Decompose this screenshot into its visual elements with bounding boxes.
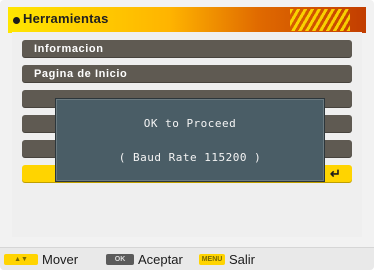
enter-return-icon: ↵: [330, 166, 341, 181]
menu-key-icon: MENU: [199, 253, 225, 265]
hint-accept-label: Aceptar: [138, 251, 183, 267]
menu-item-pagina-de-inicio[interactable]: Pagina de Inicio: [22, 65, 352, 83]
hint-accept: OK Aceptar: [106, 251, 183, 267]
decorative-stripes: [290, 9, 350, 31]
move-key-icon: ▲▼: [4, 253, 38, 265]
page-title: Herramientas: [23, 11, 109, 26]
screen: Herramientas Informacion Pagina de Inici…: [0, 0, 374, 270]
dialog-detail: ( Baud Rate 115200 ): [118, 151, 262, 164]
menu-item-label: Pagina de Inicio: [34, 68, 128, 80]
hint-exit-label: Salir: [229, 251, 256, 267]
footer-hints: ▲▼ Mover OK Aceptar MENU Salir: [0, 247, 374, 270]
hint-move-label: Mover: [42, 251, 79, 267]
header-bar: Herramientas: [8, 7, 366, 33]
confirm-dialog[interactable]: OK to Proceed ( Baud Rate 115200 ): [55, 98, 325, 182]
dialog-message: OK to Proceed: [143, 117, 237, 130]
hint-exit: MENU Salir: [199, 251, 255, 267]
ok-key-icon: OK: [106, 253, 134, 265]
hint-move: ▲▼ Mover: [4, 251, 78, 267]
menu-item-label: Informacion: [34, 43, 104, 55]
menu-item-informacion[interactable]: Informacion: [22, 40, 352, 58]
bullet-icon: [13, 17, 20, 24]
